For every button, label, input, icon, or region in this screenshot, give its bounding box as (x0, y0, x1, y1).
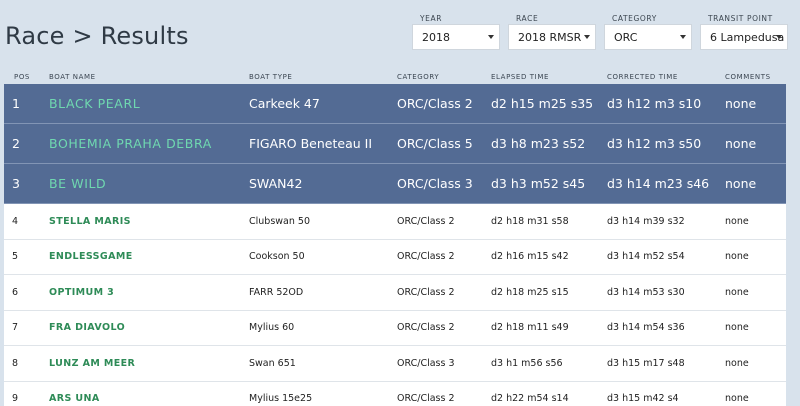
category-value: ORC (614, 31, 638, 44)
col-corrected-header[interactable]: CORRECTED TIME (607, 73, 725, 81)
cell-elapsed-time: d2 h15 m25 s35 (491, 96, 594, 111)
cell-pos: 9 (12, 393, 19, 405)
transit-select[interactable]: 6 Lampedusa (700, 24, 788, 50)
cell-pos: 2 (12, 136, 20, 151)
cell-category: ORC/Class 2 (397, 251, 455, 263)
table-row[interactable]: 9 ARS UNA Mylius 15e25 ORC/Class 2 d2 h22 m5… (4, 381, 786, 406)
cell-boat-name[interactable]: BLACK PEARL (49, 96, 249, 111)
cell-elapsed-time: d2 h16 m15 s42 (491, 251, 569, 263)
cell-corrected-time: d3 h12 m3 s50 (607, 136, 702, 151)
cell-boat-type: Mylius 15e25 (249, 393, 313, 405)
table-row[interactable]: 8 LUNZ AM MEER Swan 651 ORC/Class 3 d3 h1 m5… (4, 346, 786, 382)
cell-elapsed-time: d2 h18 m11 s49 (491, 322, 569, 334)
cell-boat-type: Clubswan 50 (249, 215, 310, 227)
cell-boat-type: FIGARO Beneteau II (249, 136, 373, 151)
cell-boat-name[interactable]: STELLA MARIS (49, 216, 249, 227)
cell-corrected-time: d3 h14 m39 s32 (607, 215, 685, 227)
cell-category: ORC/Class 2 (397, 96, 473, 111)
chevron-down-icon (488, 35, 494, 39)
race-value: 2018 RMSR (518, 31, 582, 44)
cell-comments: none (725, 251, 749, 263)
table-row[interactable]: 3 BE WILD SWAN42 ORC/Class 3 d3 h3 m52 s45 d3… (4, 164, 786, 204)
cell-pos: 1 (12, 96, 20, 111)
cell-pos: 6 (12, 286, 19, 298)
cell-comments: none (725, 393, 749, 405)
chevron-down-icon (584, 35, 590, 39)
cell-corrected-time: d3 h15 m17 s48 (607, 357, 685, 369)
chevron-down-icon (776, 35, 782, 39)
cell-corrected-time: d3 h14 m53 s30 (607, 286, 685, 298)
race-select[interactable]: 2018 RMSR (508, 24, 596, 50)
page-title: Race > Results (5, 22, 189, 50)
cell-boat-name[interactable]: OPTIMUM 3 (49, 287, 249, 298)
col-elapsed-header[interactable]: ELAPSED TIME (491, 73, 607, 81)
col-comments-header[interactable]: COMMENTS (725, 73, 786, 81)
cell-boat-type: Swan 651 (249, 357, 296, 369)
table-row[interactable]: 6 OPTIMUM 3 FARR 52OD ORC/Class 2 d2 h18 m25… (4, 275, 786, 311)
table-row[interactable]: 5 ENDLESSGAME Cookson 50 ORC/Class 2 d2 h16 … (4, 239, 786, 275)
year-label: YEAR (420, 14, 443, 23)
cell-elapsed-time: d3 h3 m52 s45 (491, 176, 586, 191)
transit-label: TRANSIT POINT (708, 14, 773, 23)
race-label: RACE (516, 14, 539, 23)
cell-pos: 5 (12, 251, 19, 263)
cell-comments: none (725, 286, 749, 298)
cell-pos: 3 (12, 176, 20, 191)
table-row[interactable]: 1 BLACK PEARL Carkeek 47 ORC/Class 2 d2 h15 … (4, 84, 786, 124)
cell-category: ORC/Class 3 (397, 176, 473, 191)
cell-boat-name[interactable]: LUNZ AM MEER (49, 358, 249, 369)
cell-elapsed-time: d3 h1 m56 s56 (491, 357, 563, 369)
col-boat-name-header[interactable]: BOAT NAME (49, 73, 249, 81)
cell-boat-type: Mylius 60 (249, 322, 295, 334)
year-select[interactable]: 2018 (412, 24, 500, 50)
cell-category: ORC/Class 5 (397, 136, 473, 151)
cell-boat-type: SWAN42 (249, 176, 303, 191)
cell-category: ORC/Class 2 (397, 322, 455, 334)
cell-boat-name[interactable]: BOHEMIA PRAHA DEBRA (49, 136, 249, 151)
cell-category: ORC/Class 2 (397, 215, 455, 227)
col-category-header[interactable]: CATEGORY (397, 73, 491, 81)
cell-category: ORC/Class 3 (397, 357, 455, 369)
cell-boat-name[interactable]: ENDLESSGAME (49, 251, 249, 262)
cell-comments: none (725, 215, 749, 227)
cell-elapsed-time: d3 h8 m23 s52 (491, 136, 586, 151)
cell-boat-name[interactable]: BE WILD (49, 176, 249, 191)
cell-boat-type: FARR 52OD (249, 286, 304, 298)
cell-boat-name[interactable]: FRA DIAVOLO (49, 322, 249, 333)
cell-pos: 8 (12, 357, 19, 369)
col-pos-header[interactable]: POS (4, 73, 49, 81)
cell-pos: 4 (12, 215, 19, 227)
cell-elapsed-time: d2 h18 m25 s15 (491, 286, 569, 298)
cell-corrected-time: d3 h14 m23 s46 (607, 176, 710, 191)
category-select[interactable]: ORC (604, 24, 692, 50)
cell-comments: none (725, 176, 757, 191)
table-header: POS BOAT NAME BOAT TYPE CATEGORY ELAPSED… (4, 70, 786, 84)
cell-boat-name[interactable]: ARS UNA (49, 393, 249, 404)
cell-corrected-time: d3 h15 m42 s4 (607, 393, 679, 405)
cell-corrected-time: d3 h14 m54 s36 (607, 322, 685, 334)
category-label: CATEGORY (612, 14, 657, 23)
transit-value: 6 Lampedusa (710, 31, 785, 44)
table-row[interactable]: 4 STELLA MARIS Clubswan 50 ORC/Class 2 d2 h1… (4, 204, 786, 240)
col-boat-type-header[interactable]: BOAT TYPE (249, 73, 397, 81)
cell-comments: none (725, 136, 757, 151)
table-body: 1 BLACK PEARL Carkeek 47 ORC/Class 2 d2 h15 … (4, 84, 786, 406)
cell-corrected-time: d3 h14 m52 s54 (607, 251, 685, 263)
year-value: 2018 (422, 31, 450, 44)
chevron-down-icon (680, 35, 686, 39)
cell-boat-type: Carkeek 47 (249, 96, 320, 111)
cell-boat-type: Cookson 50 (249, 251, 305, 263)
cell-category: ORC/Class 2 (397, 286, 455, 298)
table-row[interactable]: 7 FRA DIAVOLO Mylius 60 ORC/Class 2 d2 h18 m… (4, 310, 786, 346)
cell-pos: 7 (12, 322, 19, 334)
cell-elapsed-time: d2 h18 m31 s58 (491, 215, 569, 227)
table-row[interactable]: 2 BOHEMIA PRAHA DEBRA FIGARO Beneteau II OR… (4, 124, 786, 164)
results-table: POS BOAT NAME BOAT TYPE CATEGORY ELAPSED… (4, 70, 786, 406)
cell-comments: none (725, 322, 749, 334)
cell-comments: none (725, 357, 749, 369)
cell-category: ORC/Class 2 (397, 393, 455, 405)
cell-elapsed-time: d2 h22 m54 s14 (491, 393, 569, 405)
cell-corrected-time: d3 h12 m3 s10 (607, 96, 702, 111)
cell-comments: none (725, 96, 757, 111)
